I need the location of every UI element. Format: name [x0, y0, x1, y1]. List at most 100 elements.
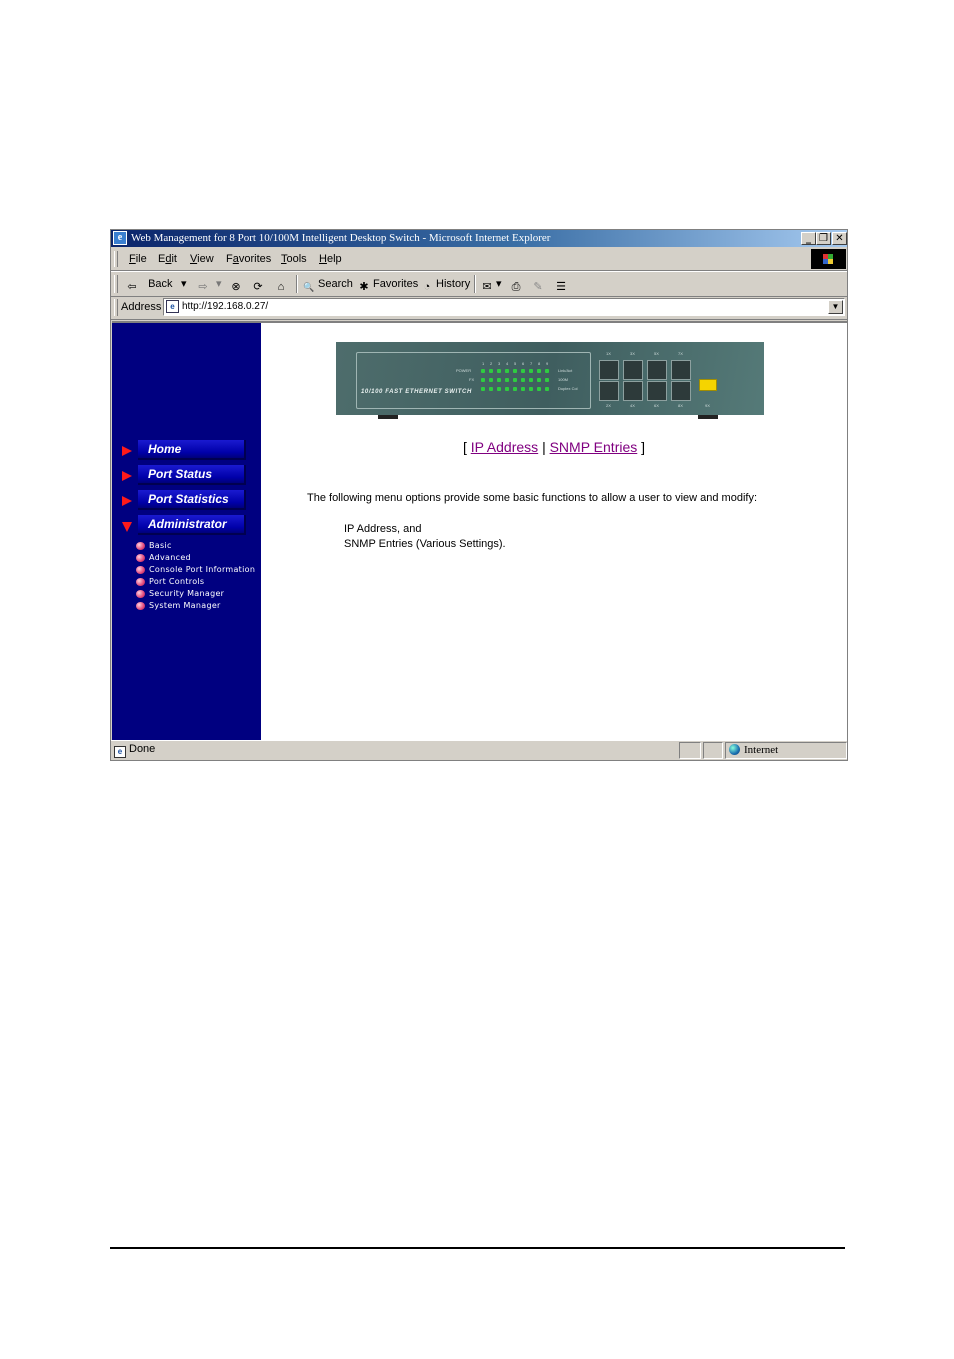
port-number-label: 8 [538, 361, 541, 366]
toolbar-grip[interactable] [114, 275, 118, 293]
close-button[interactable]: ✕ [832, 232, 847, 245]
port-led [521, 387, 525, 391]
port-led [537, 387, 541, 391]
device-foot [378, 415, 398, 419]
edit-button[interactable]: ✎ [531, 272, 547, 296]
port-number-label: 3 [498, 361, 501, 366]
snmp-entries-link[interactable]: SNMP Entries [550, 439, 638, 455]
refresh-icon: ⟳ [253, 281, 263, 293]
bullet-icon [136, 566, 145, 574]
sidebar: Home Port Status Port Statistics Adminis… [112, 323, 261, 740]
port-led [497, 387, 501, 391]
rj45-port [647, 360, 667, 380]
port-led [513, 387, 517, 391]
menubar-grip[interactable] [114, 251, 118, 267]
submenu-label: Port Controls [149, 577, 205, 586]
favorites-icon: ✱ [359, 281, 369, 293]
ie-app-icon: e [113, 231, 127, 245]
menu-links: [ IP Address | SNMP Entries ] [261, 439, 847, 455]
arrow-right-icon [122, 471, 132, 481]
nav-port-statistics-button[interactable]: Port Statistics [138, 490, 246, 510]
mail-button[interactable]: ✉ ▾ [480, 272, 502, 296]
port-led [505, 387, 509, 391]
back-button[interactable]: ⇦ Back [125, 272, 172, 296]
port-label: 2X [606, 403, 611, 408]
port-label: 5X [654, 351, 659, 356]
browser-window: e Web Management for 8 Port 10/100M Inte… [110, 229, 848, 761]
submenu-advanced[interactable]: Advanced [136, 552, 255, 564]
home-button[interactable]: ⌂ [274, 272, 290, 296]
ie-page-icon: e [114, 746, 126, 758]
back-arrow-icon: ⇦ [127, 281, 137, 293]
minimize-button[interactable]: _ [801, 232, 816, 245]
port-label: 6X [654, 403, 659, 408]
discuss-button[interactable]: ☰ [554, 272, 570, 296]
submenu-console-port-information[interactable]: Console Port Information [136, 564, 255, 576]
rj45-port [671, 381, 691, 401]
port-led [481, 387, 485, 391]
submenu-label: Console Port Information [149, 565, 256, 574]
port-led [489, 369, 493, 373]
uplink-port [699, 379, 717, 391]
menu-view[interactable]: View [190, 248, 214, 270]
nav-administrator[interactable]: Administrator [112, 515, 261, 537]
address-input[interactable]: e http://192.168.0.27/ ▼ [163, 298, 845, 316]
address-dropdown-button[interactable]: ▼ [828, 300, 843, 314]
search-button[interactable]: 🔍 Search [302, 272, 353, 296]
nav-home-button[interactable]: Home [138, 440, 246, 460]
restore-button[interactable]: ❐ [816, 232, 831, 245]
100m-label: 100M [558, 377, 569, 382]
menu-tools[interactable]: Tools [281, 248, 307, 270]
submenu-port-controls[interactable]: Port Controls [136, 576, 255, 588]
switch-front-panel-image: 10/100 FAST ETHERNET SWITCH POWER FX Lin… [336, 342, 764, 419]
status-secure-cell [703, 742, 723, 759]
link-separator: | [542, 439, 546, 455]
rj45-port [647, 381, 667, 401]
port-led [481, 378, 485, 382]
address-label: Address [121, 301, 162, 313]
nav-port-status[interactable]: Port Status [112, 465, 261, 487]
history-label: History [436, 278, 471, 290]
title-bar[interactable]: e Web Management for 8 Port 10/100M Inte… [111, 230, 847, 247]
status-text-cell: e Done [112, 742, 678, 759]
intro-text: The following menu options provide some … [307, 492, 758, 504]
submenu-system-manager[interactable]: System Manager [136, 600, 255, 612]
menu-favorites[interactable]: Favorites [226, 248, 271, 270]
address-bar: Address e http://192.168.0.27/ ▼ [111, 296, 847, 320]
port-led [521, 369, 525, 373]
ip-address-link[interactable]: IP Address [471, 439, 538, 455]
nav-administrator-button[interactable]: Administrator [138, 515, 246, 535]
nav-port-statistics[interactable]: Port Statistics [112, 490, 261, 512]
port-label: 9X [705, 403, 710, 408]
nav-port-status-button[interactable]: Port Status [138, 465, 246, 485]
port-led [505, 369, 509, 373]
refresh-button[interactable]: ⟳ [251, 272, 267, 296]
print-button[interactable]: ⎙ [509, 272, 525, 296]
back-dropdown[interactable]: ▾ [181, 272, 187, 296]
addressbar-grip[interactable] [114, 299, 118, 316]
menu-help[interactable]: Help [319, 248, 342, 270]
port-number-label: 2 [490, 361, 493, 366]
port-led [529, 387, 533, 391]
device-foot [698, 415, 718, 419]
submenu-security-manager[interactable]: Security Manager [136, 588, 255, 600]
stop-button[interactable]: ⊗ [229, 272, 245, 296]
port-led [497, 378, 501, 382]
submenu-label: Advanced [149, 553, 191, 562]
forward-dropdown[interactable]: ▾ [216, 272, 222, 296]
history-button[interactable]: ◔ History [420, 272, 471, 296]
bullet-icon [136, 590, 145, 598]
nav-home[interactable]: Home [112, 440, 261, 462]
administrator-submenu: Basic Advanced Console Port Information … [136, 540, 255, 612]
edit-icon: ✎ [533, 281, 543, 293]
submenu-basic[interactable]: Basic [136, 540, 255, 552]
menu-file[interactable]: File [129, 248, 147, 270]
favorites-button[interactable]: ✱ Favorites [357, 272, 418, 296]
status-bar: e Done Internet [111, 740, 847, 761]
rj45-port [599, 381, 619, 401]
search-label: Search [318, 278, 353, 290]
port-led [545, 387, 549, 391]
mail-dropdown[interactable]: ▾ [496, 278, 502, 290]
forward-button[interactable]: ⇨ [196, 272, 212, 296]
menu-edit[interactable]: Edit [158, 248, 177, 270]
